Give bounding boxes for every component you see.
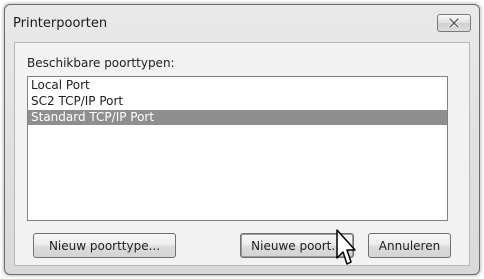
title-bar[interactable]: Printerpoorten: [5, 5, 479, 41]
printer-ports-dialog: Printerpoorten Beschikbare poorttypen: L…: [4, 4, 480, 275]
dialog-content: Beschikbare poorttypen: Local Port SC2 T…: [14, 42, 470, 266]
new-port-type-button[interactable]: Nieuw poorttype...: [33, 233, 176, 258]
list-item-local-port[interactable]: Local Port: [28, 78, 447, 93]
cancel-button[interactable]: Annuleren: [368, 233, 451, 258]
window-title: Printerpoorten: [13, 16, 108, 31]
list-item-standard-tcpip-port[interactable]: Standard TCP/IP Port: [28, 110, 447, 125]
list-item-sc2-tcpip-port[interactable]: SC2 TCP/IP Port: [28, 94, 447, 109]
mouse-pointer-icon: [336, 229, 356, 265]
close-button[interactable]: [437, 14, 471, 32]
port-types-listbox[interactable]: Local Port SC2 TCP/IP Port Standard TCP/…: [27, 76, 448, 221]
port-types-label: Beschikbare poorttypen:: [27, 56, 175, 70]
close-icon: [448, 18, 460, 28]
